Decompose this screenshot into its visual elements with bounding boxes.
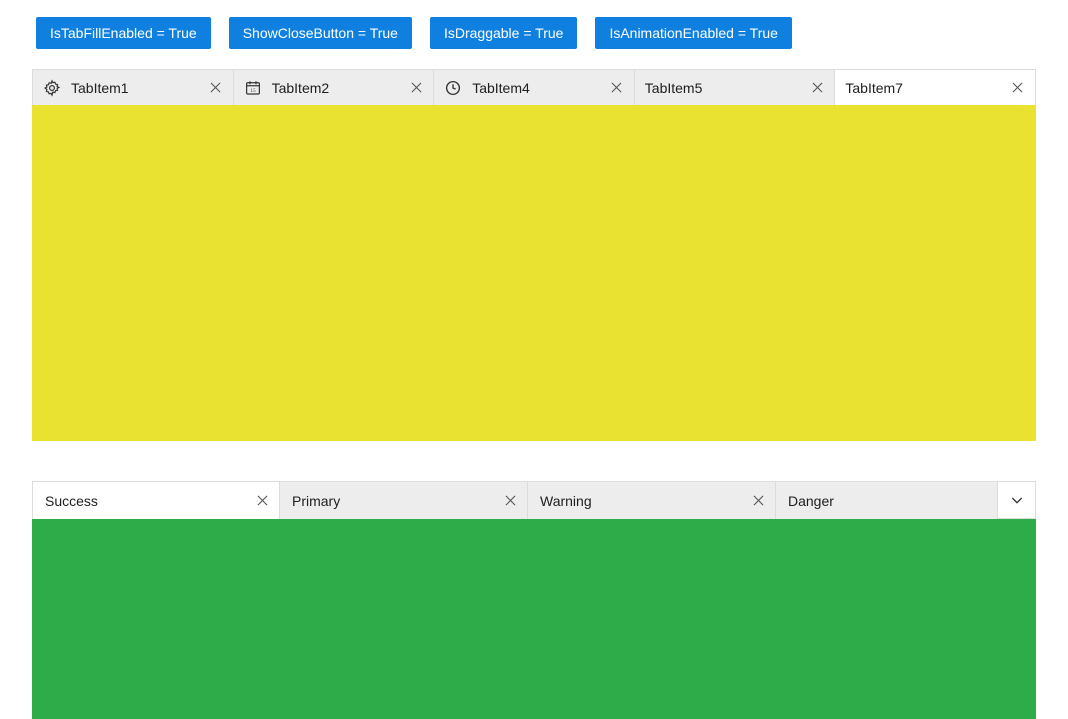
close-icon[interactable]	[808, 79, 826, 97]
property-button-row: IsTabFillEnabled = True ShowCloseButton …	[36, 17, 1036, 49]
tab-control-2: Success Primary Warning Danger	[32, 481, 1036, 719]
tab-label: Danger	[788, 493, 989, 509]
tab-label: TabItem2	[272, 80, 408, 96]
close-icon[interactable]	[608, 79, 626, 97]
close-icon[interactable]	[501, 492, 519, 510]
isanimation-button[interactable]: IsAnimationEnabled = True	[595, 17, 792, 49]
tab-label: TabItem5	[645, 80, 809, 96]
tab-item-2[interactable]: 15 TabItem2	[234, 69, 435, 105]
tab-strip-2: Success Primary Warning Danger	[32, 481, 1036, 519]
tab-warning[interactable]: Warning	[528, 481, 776, 519]
istabfill-button[interactable]: IsTabFillEnabled = True	[36, 17, 211, 49]
tab-item-4[interactable]: TabItem4	[434, 69, 635, 105]
close-icon[interactable]	[253, 492, 271, 510]
tab-danger[interactable]: Danger	[776, 481, 998, 519]
tab-item-1[interactable]: TabItem1	[32, 69, 234, 105]
tab-label: Success	[45, 493, 253, 509]
isdraggable-button[interactable]: IsDraggable = True	[430, 17, 577, 49]
calendar-icon: 15	[244, 79, 262, 97]
chevron-down-icon	[1009, 492, 1025, 508]
tab-content-2	[32, 519, 1036, 719]
tab-label: Primary	[292, 493, 501, 509]
tab-label: TabItem4	[472, 80, 608, 96]
clock-icon	[444, 79, 462, 97]
close-icon[interactable]	[749, 492, 767, 510]
close-icon[interactable]	[1009, 79, 1027, 97]
tab-label: TabItem1	[71, 80, 207, 96]
gear-icon	[43, 79, 61, 97]
close-icon[interactable]	[407, 79, 425, 97]
tab-content-1	[32, 105, 1036, 441]
tab-success[interactable]: Success	[32, 481, 280, 519]
tab-primary[interactable]: Primary	[280, 481, 528, 519]
tab-overflow-button[interactable]	[998, 481, 1036, 519]
close-icon[interactable]	[207, 79, 225, 97]
showclose-button[interactable]: ShowCloseButton = True	[229, 17, 412, 49]
tab-item-7[interactable]: TabItem7	[835, 69, 1036, 105]
tab-label: TabItem7	[845, 80, 1009, 96]
svg-text:15: 15	[250, 88, 256, 94]
tab-control-1: TabItem1 15 TabItem2	[32, 69, 1036, 441]
tab-strip-1: TabItem1 15 TabItem2	[32, 69, 1036, 105]
tab-label: Warning	[540, 493, 749, 509]
tab-item-5[interactable]: TabItem5	[635, 69, 836, 105]
